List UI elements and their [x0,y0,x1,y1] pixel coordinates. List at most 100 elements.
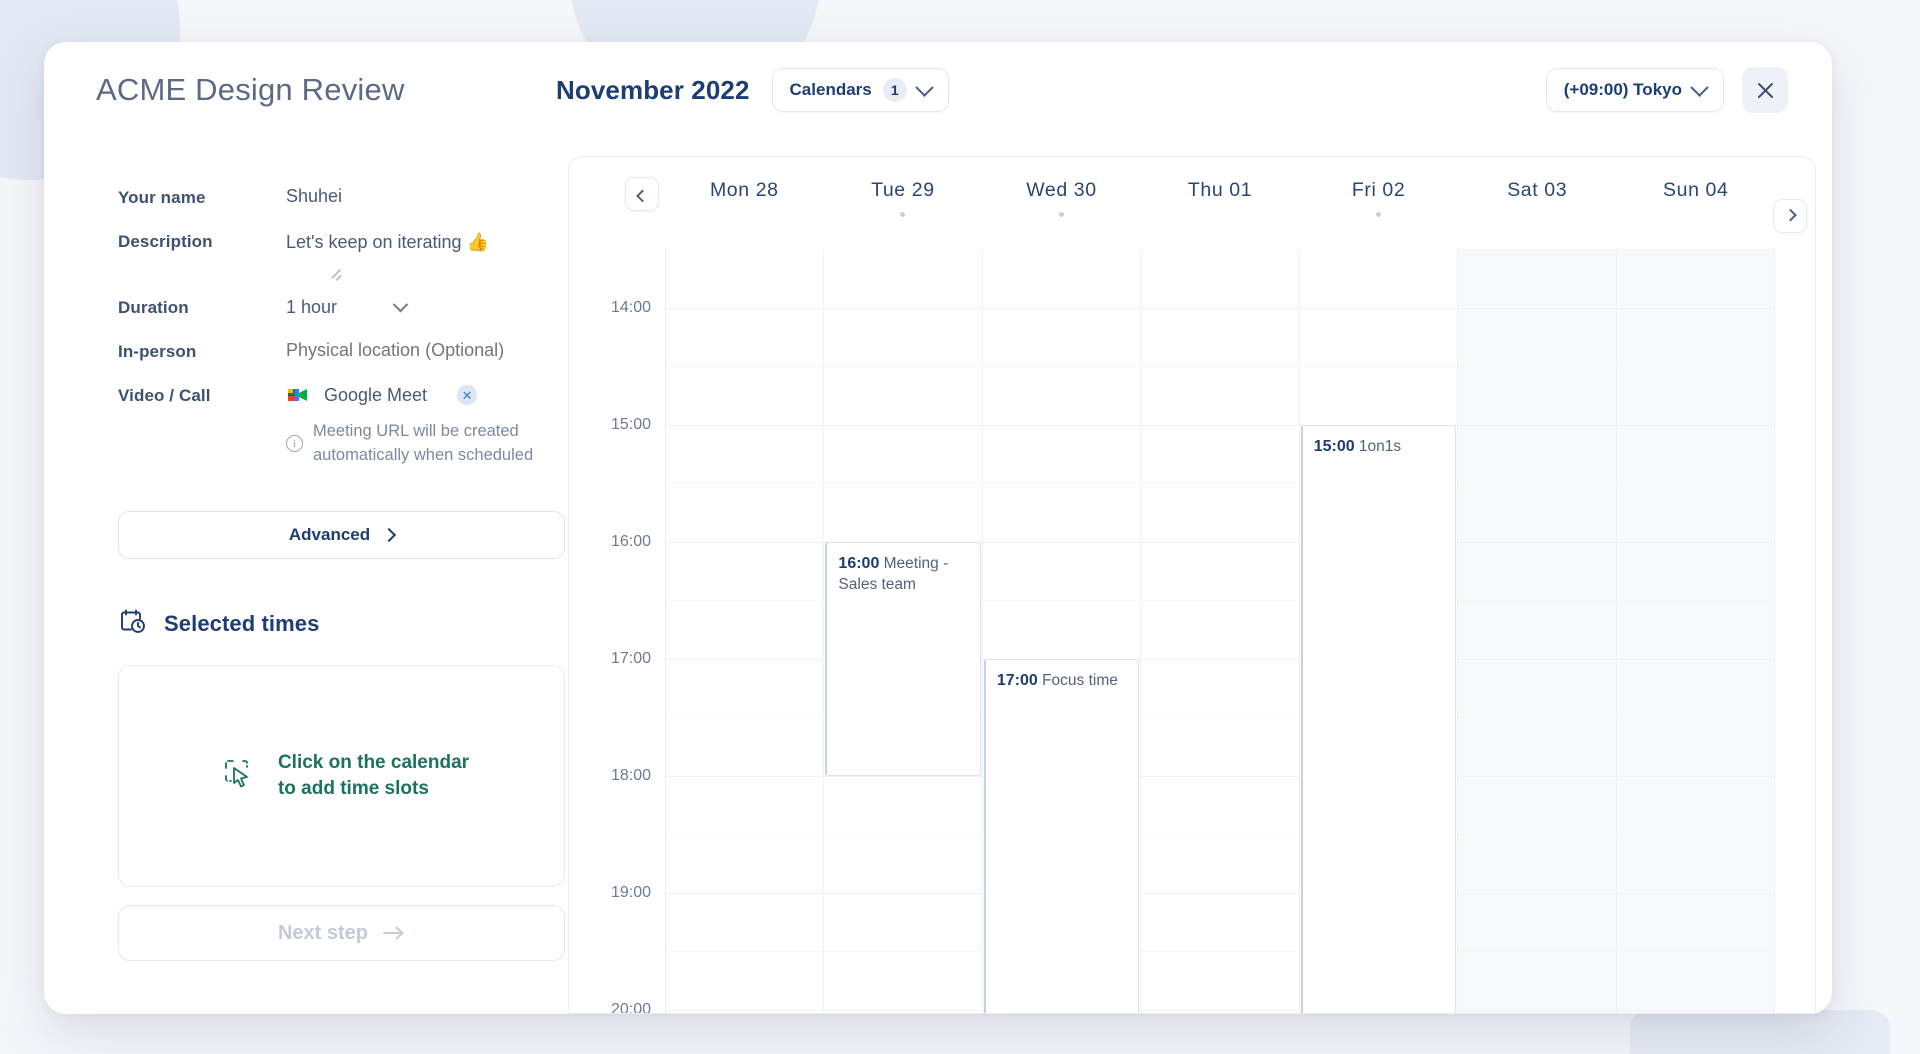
grid-hour-line [982,307,1141,309]
google-meet-icon [286,384,310,406]
field-duration: Duration 1 hour [118,296,512,318]
previous-week-button[interactable] [625,177,659,211]
timezone-dropdown[interactable]: (+09:00) Tokyo [1545,68,1724,112]
modal-header-right: (+09:00) Tokyo [1545,67,1788,113]
grid-half-hour-line [666,717,824,718]
day-column-header[interactable]: Fri 02 [1299,179,1458,217]
empty-line-1: Click on the calendar [277,752,470,774]
grid-half-hour-line [1141,483,1299,484]
grid-hour-line [1458,658,1616,660]
next-step-label: Next step [277,921,369,944]
chevron-down-icon [392,296,409,313]
grid-half-hour-line [1616,600,1774,601]
grid-half-hour-line [824,366,982,367]
grid-hour-line [1458,307,1616,309]
day-label: Sat 03 [1507,179,1568,201]
grid-half-hour-line [1141,834,1299,835]
day-column-header[interactable]: Tue 29 [824,179,983,217]
timezone-label: (+09:00) Tokyo [1563,80,1682,99]
calendar-event-text: 16:00 Meeting - Sales team [838,553,970,596]
grid-hour-line [824,1009,982,1011]
field-your-name: Your name Shuhei [118,186,512,208]
grid-half-hour-line [1458,366,1616,367]
calendar-event-text: 17:00 Focus time [997,670,1129,691]
scheduling-modal: ACME Design Review November 2022 Calenda… [44,42,1832,1014]
day-label: Thu 01 [1187,179,1253,201]
grid-hour-line [1458,892,1616,894]
your-name-label: Your name [118,188,206,207]
chevron-right-icon [1783,208,1797,221]
day-columns-header: Mon 28 Tue 29 Wed 30 Thu 01 Fri 02 Sat 03 Sun … [665,179,1775,217]
day-column-header[interactable]: Thu 01 [1141,179,1300,217]
description-resize-handle[interactable] [328,264,342,278]
description-value[interactable]: Let's keep on iterating 👍 [286,230,489,254]
close-button[interactable] [1742,67,1788,113]
grid-half-hour-line [666,483,824,484]
calendar-day-column[interactable] [1458,249,1617,1013]
day-busy-dot [900,212,906,217]
video-hint-text: Meeting URL will be created automaticall… [313,422,534,464]
grid-hour-line [824,424,982,426]
chevron-down-icon [915,77,934,97]
advanced-label: Advanced [288,525,371,545]
grid-half-hour-line [1141,717,1299,718]
grid-half-hour-line [1458,600,1616,601]
click-cursor-icon [222,757,256,796]
day-column-header[interactable]: Wed 30 [982,179,1141,217]
grid-half-hour-line [1458,483,1616,484]
calendar-event-text: 15:00 1on1s [1314,436,1446,457]
arrow-right-icon [383,926,404,940]
advanced-button[interactable]: Advanced [118,511,565,560]
grid-hour-line [666,892,824,894]
next-step-button[interactable]: Next step [118,905,565,962]
calendar-day-column[interactable]: 15:00 1on1s [1299,249,1459,1013]
grid-half-hour-line [982,483,1141,484]
grid-half-hour-line [1458,834,1616,835]
grid-hour-line [666,424,824,426]
calendar-event[interactable]: 16:00 Meeting - Sales team [825,541,981,776]
duration-dropdown[interactable]: 1 hour [286,296,409,318]
in-person-input[interactable] [286,340,518,362]
calendar-day-column[interactable] [1616,249,1775,1013]
background-decoration-bottom-right [1630,1010,1890,1054]
grid-hour-line [1141,775,1299,777]
time-label: 18:00 [610,766,651,784]
day-busy-dot [1376,212,1382,217]
day-column-header[interactable]: Mon 28 [665,179,824,217]
day-busy-dot [1058,212,1064,217]
selected-times-box[interactable]: Click on the calendar to add time slots [118,665,565,888]
event-settings-panel: Your name Shuhei Description Let's keep … [44,138,565,1014]
calendar-event-title: Focus time [1037,671,1118,689]
next-week-button[interactable] [1773,199,1807,233]
day-label: Wed 30 [1026,179,1097,201]
description-label: Description [118,232,213,251]
day-column-header[interactable]: Sun 04 [1616,179,1775,217]
selected-times-empty-state: Click on the calendar to add time slots [214,750,469,801]
calendar-grid-wrap: 14:00 15:00 16:00 17:00 18:00 19:00 20:00 16:0… [569,249,1815,1013]
calendar-event-time: 17:00 [996,671,1038,689]
calendars-count-badge: 1 [882,78,907,102]
calendar-event[interactable]: 17:00 Focus time [983,658,1140,1013]
your-name-value[interactable]: Shuhei [286,186,342,207]
duration-label: Duration [118,298,189,318]
video-provider-name: Google Meet [324,384,428,405]
calendars-dropdown[interactable]: Calendars 1 [771,68,949,112]
calendar-grid[interactable]: 16:00 Meeting - Sales team 17:00 Focus ti… [665,249,1775,1013]
remove-video-provider-button[interactable]: ✕ [457,385,478,406]
calendar-day-column[interactable]: 16:00 Meeting - Sales team [824,249,983,1013]
calendar-day-column[interactable]: 17:00 Focus time [982,249,1142,1013]
calendar-event[interactable]: 15:00 1on1s [1300,424,1457,1013]
day-column-header[interactable]: Sat 03 [1458,179,1617,217]
calendar-day-column[interactable] [666,249,825,1013]
field-in-person: In-person [118,340,518,362]
grid-hour-line [824,892,982,894]
grid-half-hour-line [1616,366,1774,367]
empty-line-2: to add time slots [277,778,429,800]
grid-half-hour-line [982,366,1141,367]
time-label: 16:00 [610,532,651,550]
calendar-day-column[interactable] [1141,249,1300,1013]
calendar-event-title: 1on1s [1354,437,1402,455]
info-icon: i [286,435,303,453]
grid-half-hour-line [666,600,824,601]
field-video-call: Video / Call Google Meet ✕ [118,384,512,406]
